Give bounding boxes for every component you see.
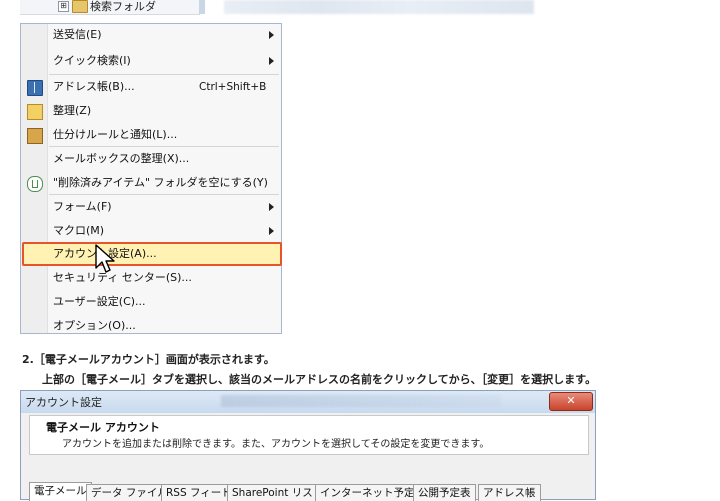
search-folder-icon: [72, 0, 88, 13]
menu-item-label: 整理(Z): [53, 104, 92, 117]
organize-icon: [27, 104, 43, 120]
menu-item-account-settings[interactable]: アカウント設定(A)...: [21, 243, 281, 265]
submenu-arrow-icon: [269, 227, 274, 235]
menu-item-mailbox-cleanup[interactable]: メールボックスの整理(X)...: [21, 148, 281, 170]
tab-published-calendars[interactable]: 公開予定表: [413, 484, 476, 501]
submenu-arrow-icon: [269, 31, 274, 39]
tab-sharepoint-lists[interactable]: SharePoint リスト: [227, 484, 329, 501]
blurred-background-window: [221, 395, 501, 407]
submenu-arrow-icon: [269, 57, 274, 65]
menu-item-instant-search[interactable]: クイック検索(I): [21, 50, 281, 72]
tab-email[interactable]: 電子メール: [29, 482, 92, 501]
instruction-step: 2.［電子メールアカウント］画面が表示されます。: [22, 353, 275, 366]
tools-menu: 送受信(E) クイック検索(I) アドレス帳(B)... Ctrl+Shift+…: [20, 23, 282, 334]
submenu-arrow-icon: [269, 203, 274, 211]
mouse-pointer-icon: [95, 244, 115, 273]
expand-toggle-icon[interactable]: ⊞: [58, 1, 69, 12]
dialog-titlebar[interactable]: アカウント設定 ✕: [21, 391, 595, 413]
blurred-message-preview: [224, 0, 534, 14]
rules-icon: [27, 128, 43, 144]
menu-item-trust-center[interactable]: セキュリティ センター(S)...: [21, 267, 281, 289]
dialog-description: アカウントを追加または削除できます。また、アカウントを選択してその設定を変更でき…: [62, 439, 490, 450]
menu-item-label: メールボックスの整理(X)...: [53, 152, 190, 165]
menu-separator: [49, 146, 279, 147]
menu-item-label: 送受信(E): [53, 28, 102, 41]
address-book-icon: [27, 80, 43, 96]
tab-address-books[interactable]: アドレス帳: [478, 484, 541, 501]
menu-separator: [49, 194, 279, 195]
menu-item-address-book[interactable]: アドレス帳(B)... Ctrl+Shift+B: [21, 76, 281, 98]
menu-item-forms[interactable]: フォーム(F): [21, 196, 281, 218]
menu-item-label: 仕分けルールと通知(L)...: [53, 128, 178, 141]
menu-item-send-receive[interactable]: 送受信(E): [21, 24, 281, 46]
menu-item-label: オプション(O)...: [53, 319, 136, 332]
menu-item-organize[interactable]: 整理(Z): [21, 100, 281, 122]
dialog-heading: 電子メール アカウント: [46, 421, 160, 434]
menu-item-label: マクロ(M): [53, 224, 105, 237]
recycle-icon: [27, 176, 43, 192]
close-button[interactable]: ✕: [549, 392, 593, 411]
account-settings-dialog: アカウント設定 ✕ 電子メール アカウント アカウントを追加または削除できます。…: [20, 390, 596, 501]
menu-item-label: ユーザー設定(C)...: [53, 295, 146, 308]
dialog-title: アカウント設定: [25, 396, 102, 409]
pane-splitter[interactable]: [199, 0, 205, 14]
menu-item-rules[interactable]: 仕分けルールと通知(L)...: [21, 124, 281, 146]
menu-item-label: アドレス帳(B)...: [53, 80, 135, 93]
tab-data-files[interactable]: データ ファイル: [86, 484, 173, 501]
instruction-detail: 上部の［電子メール］タブを選択し、該当のメールアドレスの名前をクリックしてから、…: [42, 373, 597, 386]
dialog-header-panel: 電子メール アカウント アカウントを追加または削除できます。また、アカウントを選…: [29, 415, 589, 455]
menu-item-label: "削除済みアイテム" フォルダを空にする(Y): [53, 176, 268, 189]
menu-separator: [49, 74, 279, 75]
menu-item-label: クイック検索(I): [53, 54, 131, 67]
menu-item-macro[interactable]: マクロ(M): [21, 220, 281, 242]
menu-item-label: セキュリティ センター(S)...: [53, 271, 192, 284]
tab-rss-feeds[interactable]: RSS フィード: [161, 484, 237, 501]
menu-item-customize[interactable]: ユーザー設定(C)...: [21, 291, 281, 313]
search-folder-label[interactable]: 検索フォルダ: [90, 0, 156, 14]
menu-item-empty-deleted[interactable]: "削除済みアイテム" フォルダを空にする(Y): [21, 172, 281, 194]
menu-item-label: フォーム(F): [53, 200, 112, 213]
folder-tree-strip: ⊞ 検索フォルダ: [20, 0, 200, 15]
menu-item-options[interactable]: オプション(O)...: [21, 315, 281, 337]
menu-item-shortcut: Ctrl+Shift+B: [199, 81, 267, 93]
